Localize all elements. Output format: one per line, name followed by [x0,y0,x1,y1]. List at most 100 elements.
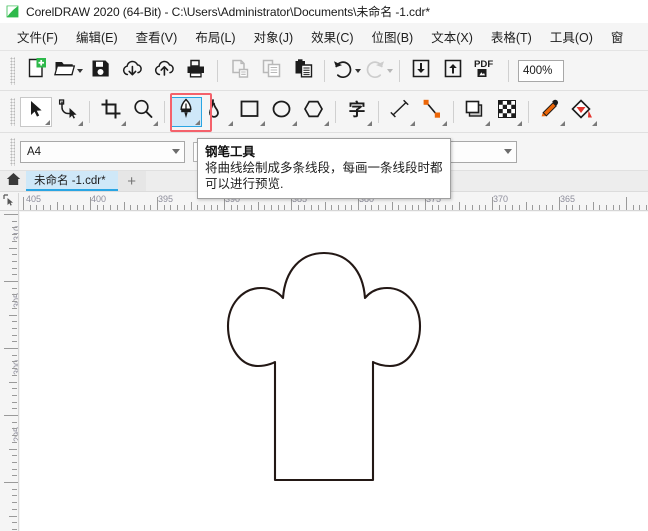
paste-button[interactable] [287,56,319,86]
freehand-tool[interactable] [202,97,234,127]
pick-tool[interactable] [20,96,52,127]
new-tab-button[interactable]: + [117,171,146,191]
crop-tool-flyout-icon[interactable] [121,120,126,126]
ruler-origin-button[interactable] [0,193,19,211]
tooltip-title: 钢笔工具 [205,145,256,159]
undo-button[interactable] [330,56,362,86]
menu-text[interactable]: 文本(X) [422,24,482,49]
open-document-button[interactable] [52,56,84,86]
publish-pdf-icon: PDF [473,57,499,84]
menu-object[interactable]: 对象(J) [245,24,303,49]
fill-tool-flyout-icon[interactable] [592,120,597,126]
pick-tool-flyout-icon[interactable] [45,119,50,125]
redo-button[interactable] [362,56,394,86]
coreldraw-window: CorelDRAW 2020 (64-Bit) - C:\Users\Admin… [0,0,648,531]
dimension-line-icon [389,99,411,124]
chevron-down-icon[interactable] [172,149,180,154]
hruler-tick [110,205,112,210]
connector-tool[interactable] [416,97,448,127]
text-tool[interactable]: 字 [341,97,373,127]
page-size-combo[interactable]: A4 [20,140,185,163]
zoom-tool[interactable] [127,97,159,127]
interactive-fill-tool[interactable] [566,97,598,127]
hruler-tick [116,205,118,210]
export-button[interactable] [437,56,469,86]
open-dropdown-caret-icon[interactable] [76,68,83,73]
transparency-tool[interactable] [491,97,523,127]
cloud-download-button[interactable] [116,56,148,86]
drop-shadow-tool[interactable] [459,97,491,127]
dimension-tool-flyout-icon[interactable] [410,120,415,126]
zoom-tool-flyout-icon[interactable] [153,120,158,126]
hruler-tick [632,205,634,210]
menu-bitmap[interactable]: 位图(B) [363,24,423,49]
cloud-upload-button[interactable] [148,56,180,86]
text-tool-flyout-icon[interactable] [367,120,372,126]
rectangle-tool-flyout-icon[interactable] [260,120,265,126]
hruler-tick [398,205,400,210]
pen-tool-flyout-icon[interactable] [195,119,200,125]
eyedropper-tool-flyout-icon[interactable] [560,120,565,126]
vruler-tick [12,508,17,510]
hruler-tick [270,205,272,210]
undo-dropdown-caret-icon[interactable] [354,68,361,73]
menu-view[interactable]: 查看(V) [127,24,187,49]
pen-tool[interactable] [170,96,202,127]
connector-tool-flyout-icon[interactable] [442,120,447,126]
chef-hat-outline[interactable] [20,212,648,531]
vruler-tick [12,341,17,343]
toolbox-grip[interactable] [10,97,15,126]
shape-tool[interactable] [52,97,84,127]
freehand-tool-flyout-icon[interactable] [228,120,233,126]
ruler-origin-icon [2,193,16,211]
hruler-tick [311,205,313,210]
import-button[interactable] [405,56,437,86]
menu-file[interactable]: 文件(F) [8,24,67,49]
vruler-tick [12,227,17,229]
vruler-tick [12,374,17,376]
polygon-tool-flyout-icon[interactable] [324,120,329,126]
color-eyedropper-tool[interactable] [534,97,566,127]
hruler-tick [277,205,279,210]
redo-dropdown-caret-icon[interactable] [386,68,393,73]
cut-button[interactable] [223,56,255,86]
hruler-tick [190,202,192,210]
print-button[interactable] [180,56,212,86]
zoom-level-input[interactable]: 400% [518,59,564,82]
hruler-label-400: 400 [91,194,107,204]
menu-edit[interactable]: 编辑(E) [67,24,127,49]
copy-button[interactable] [255,56,287,86]
document-tab[interactable]: 未命名 -1.cdr* [26,171,118,191]
ellipse-tool-flyout-icon[interactable] [292,120,297,126]
toolbar-grip[interactable] [10,56,15,85]
transparency-tool-flyout-icon[interactable] [517,120,522,126]
hruler-label-365: 365 [560,194,576,204]
drawing-canvas[interactable] [20,212,648,531]
dimension-tool[interactable] [384,97,416,127]
polygon-tool[interactable] [298,97,330,127]
ellipse-tool[interactable] [266,97,298,127]
hruler-tick [163,205,165,210]
rectangle-tool[interactable] [234,97,266,127]
home-button[interactable] [0,171,26,191]
hruler-tick [532,205,534,210]
hruler-tick [123,202,125,210]
crop-tool[interactable] [95,97,127,127]
hruler-tick [43,205,45,210]
hruler-tick [136,205,138,210]
shape-tool-flyout-icon[interactable] [78,120,83,126]
new-document-button[interactable] [20,56,52,86]
property-bar-grip[interactable] [10,137,15,166]
units-chevron-down-icon[interactable] [504,149,513,154]
menu-window-partial[interactable]: 窗 [602,24,633,49]
save-button[interactable] [84,56,116,86]
menu-layout[interactable]: 布局(L) [186,24,244,49]
menu-table[interactable]: 表格(T) [482,24,541,49]
vruler-tick [12,260,17,262]
publish-pdf-button[interactable]: PDF [469,56,503,86]
drop-shadow-tool-flyout-icon[interactable] [485,120,490,126]
menu-effects[interactable]: 效果(C) [302,24,362,49]
svg-text:字: 字 [349,100,366,120]
vertical-ruler[interactable]: 310 305 300 295 [0,211,19,531]
menu-tools[interactable]: 工具(O) [541,24,602,49]
